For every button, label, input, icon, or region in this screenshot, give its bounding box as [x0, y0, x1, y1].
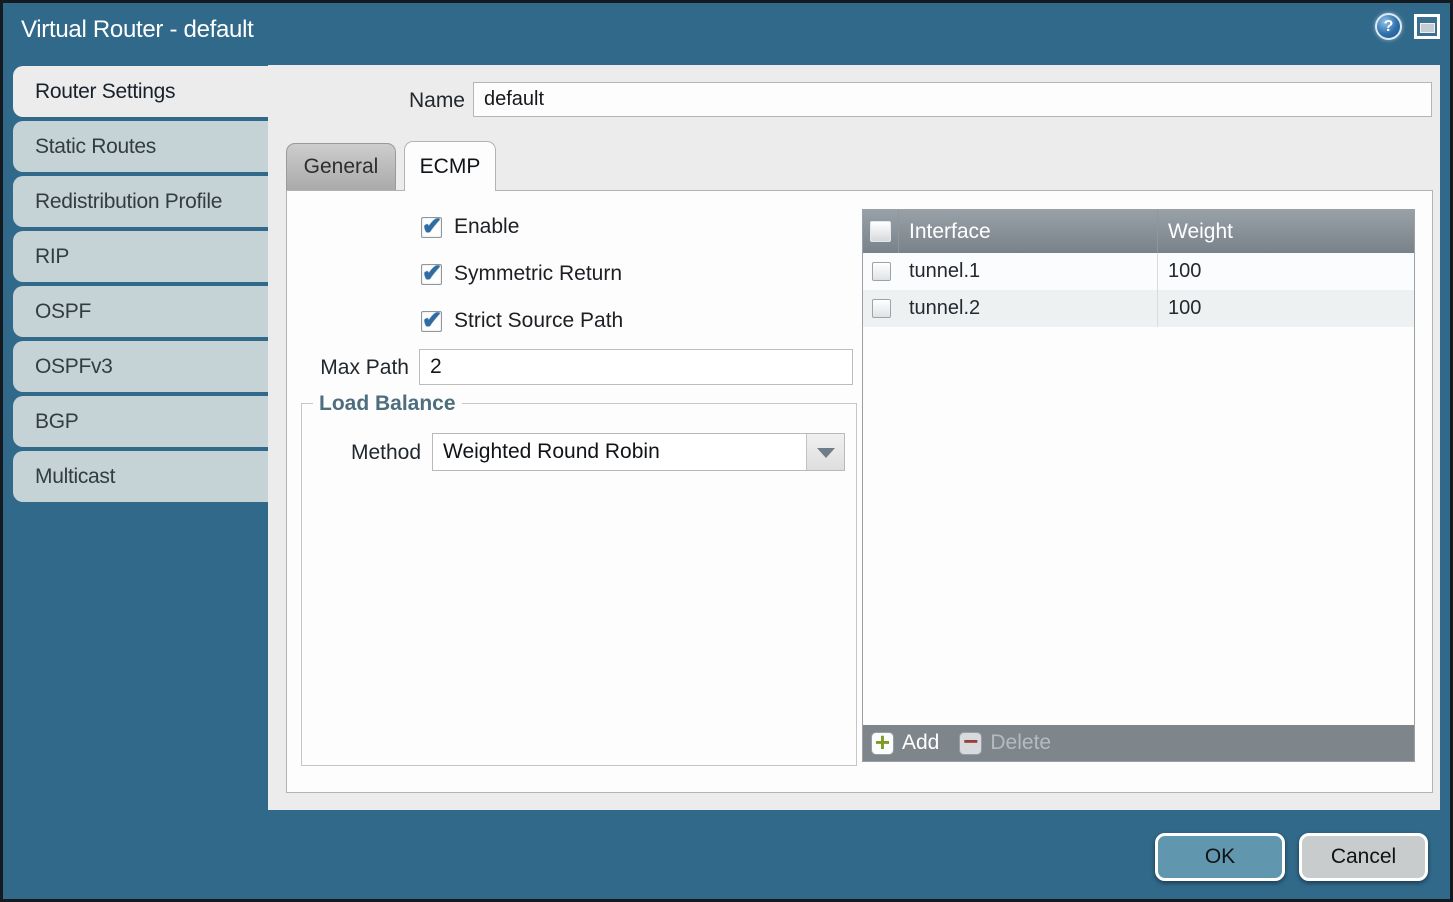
- enable-checkbox[interactable]: ✔: [421, 217, 442, 238]
- row-check-cell: [863, 299, 899, 318]
- method-dropdown[interactable]: Weighted Round Robin: [432, 433, 845, 471]
- weight-cell: 100: [1158, 297, 1414, 320]
- strict-source-path-label: Strict Source Path: [454, 309, 623, 333]
- symmetric-return-label: Symmetric Return: [454, 262, 622, 286]
- delete-button-label: Delete: [990, 731, 1051, 755]
- minus-icon: −: [959, 732, 982, 755]
- sidebar-item-label: BGP: [35, 410, 78, 434]
- interface-column-header: Interface: [899, 210, 1158, 253]
- row-check-cell: [863, 262, 899, 281]
- sidebar-item-static-routes[interactable]: Static Routes: [13, 121, 268, 172]
- sidebar-item-ospfv3[interactable]: OSPFv3: [13, 341, 268, 392]
- enable-row: ✔ Enable: [421, 215, 519, 239]
- delete-button[interactable]: − Delete: [959, 731, 1051, 755]
- sidebar-item-router-settings[interactable]: Router Settings: [13, 66, 268, 117]
- add-button-label: Add: [902, 731, 939, 755]
- ecmp-tab-content: ✔ Enable ✔ Symmetric Return ✔ Strict Sou…: [286, 190, 1433, 793]
- cancel-button-label: Cancel: [1331, 845, 1396, 869]
- sidebar: Router Settings Static Routes Redistribu…: [13, 66, 268, 506]
- interface-cell: tunnel.1: [899, 253, 1158, 290]
- sidebar-item-label: OSPFv3: [35, 355, 113, 379]
- interface-cell: tunnel.2: [899, 290, 1158, 327]
- method-label: Method: [317, 441, 421, 465]
- row-checkbox[interactable]: [872, 299, 891, 318]
- interface-table: Interface Weight tunnel.1 100 tunnel.2 1…: [862, 209, 1415, 762]
- table-row[interactable]: tunnel.2 100: [863, 290, 1414, 327]
- sidebar-item-redistribution-profile[interactable]: Redistribution Profile: [13, 176, 268, 227]
- table-header: Interface Weight: [863, 210, 1414, 253]
- enable-label: Enable: [454, 215, 519, 239]
- sidebar-item-multicast[interactable]: Multicast: [13, 451, 268, 502]
- title-bar: Virtual Router - default ?: [3, 3, 1450, 61]
- chevron-down-icon[interactable]: [806, 434, 844, 470]
- name-label: Name: [358, 89, 465, 113]
- table-row[interactable]: tunnel.1 100: [863, 253, 1414, 290]
- restore-window-icon[interactable]: [1414, 14, 1440, 39]
- tab-ecmp-label: ECMP: [420, 155, 481, 179]
- strict-source-path-checkbox[interactable]: ✔: [421, 311, 442, 332]
- sidebar-item-label: RIP: [35, 245, 69, 269]
- sidebar-item-ospf[interactable]: OSPF: [13, 286, 268, 337]
- strict-source-path-row: ✔ Strict Source Path: [421, 309, 623, 333]
- sidebar-item-label: Multicast: [35, 465, 115, 489]
- virtual-router-dialog: Virtual Router - default ? Router Settin…: [0, 0, 1453, 902]
- method-value: Weighted Round Robin: [443, 440, 660, 464]
- weight-column-header: Weight: [1158, 220, 1414, 244]
- sidebar-item-bgp[interactable]: BGP: [13, 396, 268, 447]
- ok-button[interactable]: OK: [1155, 833, 1285, 881]
- plus-icon: +: [871, 732, 894, 755]
- sidebar-item-label: Static Routes: [35, 135, 156, 159]
- select-all-checkbox[interactable]: [870, 221, 891, 242]
- dialog-title: Virtual Router - default: [21, 16, 253, 44]
- symmetric-return-row: ✔ Symmetric Return: [421, 262, 622, 286]
- max-path-label: Max Path: [287, 356, 409, 380]
- table-empty-area: [863, 327, 1414, 725]
- add-button[interactable]: + Add: [871, 731, 939, 755]
- tab-general[interactable]: General: [286, 143, 396, 190]
- max-path-input[interactable]: [419, 349, 853, 385]
- sidebar-item-rip[interactable]: RIP: [13, 231, 268, 282]
- sidebar-item-label: OSPF: [35, 300, 91, 324]
- check-icon: ✔: [422, 259, 442, 288]
- tab-ecmp[interactable]: ECMP: [404, 141, 496, 191]
- symmetric-return-checkbox[interactable]: ✔: [421, 264, 442, 285]
- header-check-cell: [863, 210, 899, 253]
- ok-button-label: OK: [1205, 845, 1235, 869]
- check-icon: ✔: [422, 306, 442, 335]
- sidebar-item-label: Router Settings: [35, 80, 175, 104]
- cancel-button[interactable]: Cancel: [1299, 833, 1428, 881]
- help-icon[interactable]: ?: [1375, 13, 1402, 40]
- load-balance-legend: Load Balance: [313, 392, 462, 416]
- check-icon: ✔: [422, 212, 442, 241]
- tab-general-label: General: [304, 155, 379, 179]
- name-input[interactable]: [473, 82, 1432, 117]
- row-checkbox[interactable]: [872, 262, 891, 281]
- sidebar-item-label: Redistribution Profile: [35, 190, 222, 214]
- weight-cell: 100: [1158, 260, 1414, 283]
- main-panel: Name General ECMP ✔ Enable ✔ Symmetric R…: [268, 65, 1440, 810]
- table-footer: + Add − Delete: [863, 725, 1414, 761]
